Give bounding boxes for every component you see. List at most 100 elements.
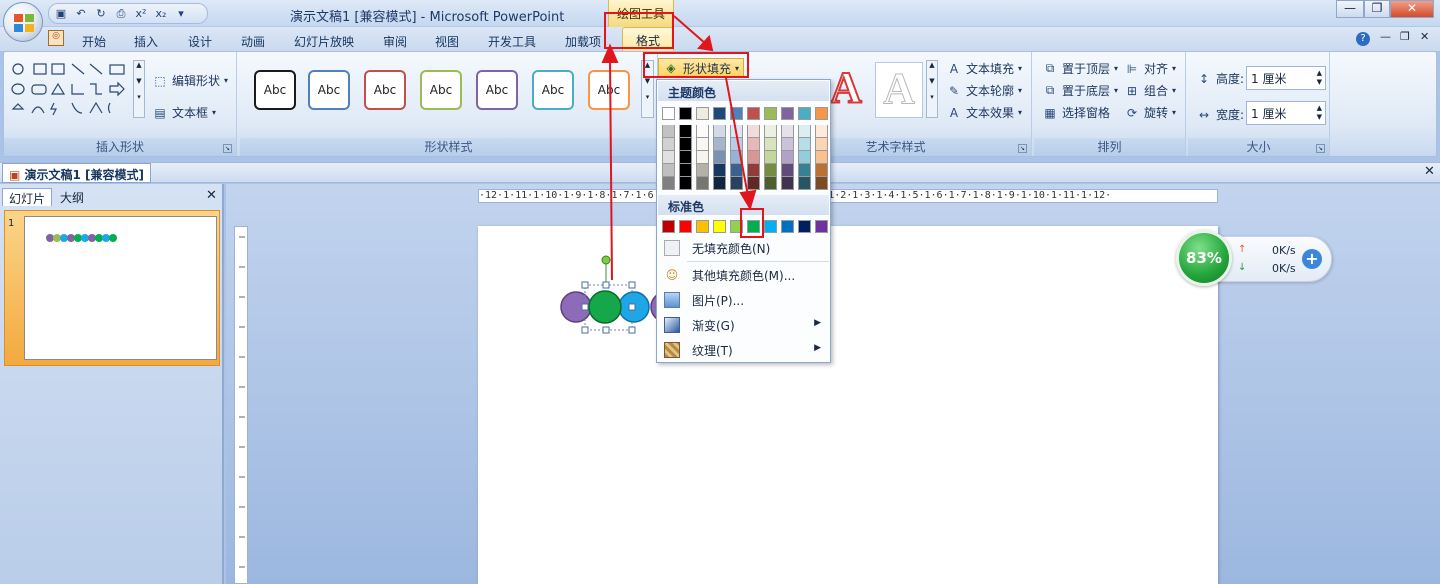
- tab-slideshow[interactable]: 幻灯片放映: [284, 30, 364, 51]
- edit-shape-button[interactable]: ⬚ 编辑形状 ▾: [152, 72, 228, 89]
- document-tab[interactable]: ▣ 演示文稿1 [兼容模式]: [2, 163, 152, 183]
- theme-color-shade-swatch[interactable]: [662, 125, 675, 138]
- theme-color-shade-swatch[interactable]: [781, 138, 794, 151]
- theme-color-swatch[interactable]: [730, 107, 743, 120]
- theme-color-shade-swatch[interactable]: [696, 151, 709, 164]
- tab-slides[interactable]: 幻灯片: [2, 188, 53, 206]
- group-button[interactable]: ⊞ 组合 ▾: [1124, 82, 1176, 99]
- theme-color-swatch[interactable]: [764, 107, 777, 120]
- print-preview-icon[interactable]: ⎙: [113, 6, 129, 22]
- tab-addins[interactable]: 加载项: [555, 30, 611, 51]
- undo-icon[interactable]: ↶: [73, 6, 89, 22]
- office-button[interactable]: [3, 2, 43, 42]
- style-preset-1[interactable]: Abc: [254, 70, 296, 110]
- theme-color-shade-swatch[interactable]: [679, 164, 692, 177]
- standard-color-swatch[interactable]: [764, 220, 777, 233]
- shapes-gallery-scroll[interactable]: ▲ ▼ ▾: [133, 60, 145, 118]
- theme-color-swatch[interactable]: [696, 107, 709, 120]
- maximize-button[interactable]: ❐: [1364, 0, 1390, 18]
- memory-percent[interactable]: 83%: [1176, 230, 1232, 286]
- theme-color-shade-swatch[interactable]: [679, 125, 692, 138]
- text-effects-button[interactable]: A 文本效果 ▾: [946, 104, 1022, 121]
- save-icon[interactable]: ▣: [53, 6, 69, 22]
- theme-color-shade-swatch[interactable]: [696, 125, 709, 138]
- theme-color-shade-swatch[interactable]: [679, 151, 692, 164]
- shapes-gallery[interactable]: [10, 61, 134, 119]
- align-button[interactable]: ⊫ 对齐 ▾: [1124, 60, 1176, 77]
- close-button[interactable]: ✕: [1390, 0, 1434, 18]
- height-input[interactable]: 1 厘米 ▲ ▼: [1246, 66, 1326, 90]
- rotation-handle-icon[interactable]: [601, 255, 611, 265]
- theme-color-shade-swatch[interactable]: [764, 151, 777, 164]
- theme-color-swatch[interactable]: [815, 107, 828, 120]
- theme-color-shade-swatch[interactable]: [662, 177, 675, 190]
- close-document-icon[interactable]: ✕: [1424, 164, 1435, 179]
- theme-color-shade-swatch[interactable]: [696, 177, 709, 190]
- theme-color-shade-swatch[interactable]: [662, 164, 675, 177]
- theme-color-shade-swatch[interactable]: [781, 125, 794, 138]
- theme-color-shade-swatch[interactable]: [747, 138, 760, 151]
- theme-color-shade-swatch[interactable]: [713, 125, 726, 138]
- dialog-launcher-icon[interactable]: ↘: [1316, 144, 1325, 153]
- bring-to-front-button[interactable]: ⧉ 置于顶层 ▾: [1042, 60, 1118, 77]
- theme-color-swatch[interactable]: [747, 107, 760, 120]
- rotate-button[interactable]: ⟳ 旋转 ▾: [1124, 104, 1176, 121]
- tab-outline[interactable]: 大纲: [54, 188, 90, 206]
- customize-qat-icon[interactable]: ▾: [173, 6, 189, 22]
- minimize-button[interactable]: —: [1336, 0, 1364, 18]
- dialog-launcher-icon[interactable]: ↘: [1018, 144, 1027, 153]
- theme-color-shade-swatch[interactable]: [713, 164, 726, 177]
- theme-color-shade-swatch[interactable]: [747, 164, 760, 177]
- add-icon[interactable]: +: [1302, 249, 1322, 269]
- ribbon-minimize-icon[interactable]: —: [1380, 30, 1391, 43]
- theme-color-shade-swatch[interactable]: [730, 177, 743, 190]
- theme-color-shade-swatch[interactable]: [713, 138, 726, 151]
- ribbon-close-icon[interactable]: ✕: [1420, 30, 1429, 43]
- theme-color-shade-swatch[interactable]: [730, 164, 743, 177]
- standard-color-swatch[interactable]: [798, 220, 811, 233]
- theme-color-shade-swatch[interactable]: [798, 177, 811, 190]
- text-fill-button[interactable]: A 文本填充 ▾: [946, 60, 1022, 77]
- redo-icon[interactable]: ↻: [93, 6, 109, 22]
- standard-color-swatch[interactable]: [815, 220, 828, 233]
- menu-picture[interactable]: 图片(P)...: [658, 288, 829, 312]
- theme-color-shade-swatch[interactable]: [713, 151, 726, 164]
- theme-color-shade-swatch[interactable]: [679, 177, 692, 190]
- standard-color-swatch[interactable]: [696, 220, 709, 233]
- tab-design[interactable]: 设计: [178, 30, 222, 51]
- help-icon[interactable]: ?: [1356, 32, 1370, 46]
- theme-color-shade-swatch[interactable]: [662, 151, 675, 164]
- style-preset-3[interactable]: Abc: [364, 70, 406, 110]
- theme-color-shade-swatch[interactable]: [781, 151, 794, 164]
- standard-color-swatch[interactable]: [679, 220, 692, 233]
- theme-color-swatch[interactable]: [781, 107, 794, 120]
- menu-more-colors[interactable]: ☺ 其他填充颜色(M)...: [658, 263, 829, 287]
- theme-color-shade-swatch[interactable]: [730, 125, 743, 138]
- menu-no-fill[interactable]: 无填充颜色(N): [658, 236, 829, 260]
- theme-color-shade-swatch[interactable]: [815, 164, 828, 177]
- theme-color-swatch[interactable]: [798, 107, 811, 120]
- theme-color-shade-swatch[interactable]: [764, 164, 777, 177]
- tab-animation[interactable]: 动画: [231, 30, 275, 51]
- style-preset-6[interactable]: Abc: [532, 70, 574, 110]
- tab-developer[interactable]: 开发工具: [478, 30, 546, 51]
- wordart-preset-white[interactable]: A: [875, 62, 923, 118]
- theme-color-shade-swatch[interactable]: [730, 138, 743, 151]
- theme-color-shade-swatch[interactable]: [730, 151, 743, 164]
- tab-home[interactable]: 开始: [72, 30, 116, 51]
- theme-color-swatch[interactable]: [662, 107, 675, 120]
- theme-color-shade-swatch[interactable]: [798, 125, 811, 138]
- theme-color-shade-swatch[interactable]: [764, 125, 777, 138]
- theme-color-shade-swatch[interactable]: [696, 138, 709, 151]
- ribbon-restore-icon[interactable]: ❐: [1400, 30, 1410, 43]
- theme-color-shade-swatch[interactable]: [764, 138, 777, 151]
- selection-pane-button[interactable]: ▦ 选择窗格: [1042, 104, 1110, 121]
- theme-color-shade-swatch[interactable]: [662, 138, 675, 151]
- slide-thumbnail[interactable]: [24, 216, 217, 360]
- width-input[interactable]: 1 厘米 ▲ ▼: [1246, 101, 1326, 125]
- text-outline-button[interactable]: ✎ 文本轮廓 ▾: [946, 82, 1022, 99]
- menu-gradient[interactable]: 渐变(G) ▶: [658, 313, 829, 337]
- theme-color-shade-swatch[interactable]: [815, 177, 828, 190]
- subscript-icon[interactable]: x₂: [153, 6, 169, 22]
- style-preset-4[interactable]: Abc: [420, 70, 462, 110]
